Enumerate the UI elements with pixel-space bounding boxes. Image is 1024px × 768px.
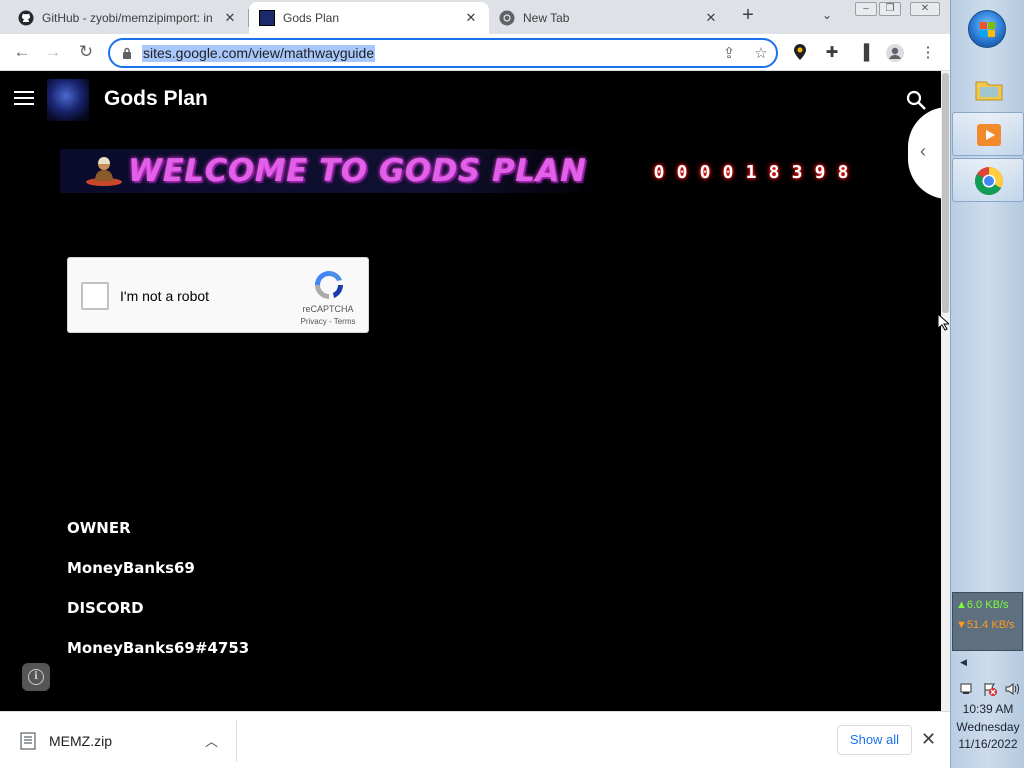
chrome-icon xyxy=(975,167,1003,195)
browser-window: GitHub - zyobi/memzipimport: in ✕ Gods P… xyxy=(0,0,950,768)
github-icon xyxy=(18,10,34,26)
lock-icon xyxy=(123,47,131,59)
minimize-icon[interactable]: ‒ xyxy=(855,2,877,16)
profile-avatar-icon[interactable] xyxy=(885,43,905,63)
tab-new-tab[interactable]: New Tab ✕ xyxy=(489,2,729,34)
counter-digit: 0 xyxy=(719,161,737,185)
page-scrollbar[interactable] xyxy=(941,71,950,711)
counter-digit: 9 xyxy=(811,161,829,185)
chrome-icon xyxy=(499,10,515,26)
network-icon[interactable] xyxy=(959,681,975,697)
bookmark-star-icon[interactable]: ☆ xyxy=(752,45,770,63)
reload-icon[interactable]: ↻ xyxy=(75,42,97,62)
address-bar[interactable]: sites.google.com/view/mathwayguide ⇪ ☆ xyxy=(108,38,778,68)
counter-digit: 8 xyxy=(765,161,783,185)
recaptcha-privacy-terms-links[interactable]: Privacy - Terms xyxy=(286,317,370,326)
download-divider xyxy=(236,720,237,762)
tray-expand-icon[interactable]: ◀ xyxy=(960,657,967,668)
url-text[interactable]: sites.google.com/view/mathwayguide xyxy=(142,45,376,62)
new-tab-button[interactable]: + xyxy=(738,5,758,26)
extensions-puzzle-icon[interactable]: ✚ xyxy=(822,43,842,63)
discord-handle: MoneyBanks69#4753 xyxy=(67,639,250,657)
owner-name: MoneyBanks69 xyxy=(67,559,195,577)
counter-digit: 0 xyxy=(673,161,691,185)
side-panel-icon[interactable]: ▐ xyxy=(854,43,874,63)
download-file-name[interactable]: MEMZ.zip xyxy=(49,733,112,749)
discord-heading: DISCORD xyxy=(67,599,144,617)
back-icon[interactable]: ← xyxy=(11,42,33,62)
clock-date[interactable]: 11/16/2022 xyxy=(951,737,1024,751)
taskbar-chrome[interactable] xyxy=(952,158,1024,202)
welcome-banner: WELCOME TO GODS PLAN xyxy=(60,149,602,193)
zip-file-icon xyxy=(20,732,36,750)
download-speed: ▼51.4 KB/s xyxy=(956,619,1015,631)
tab-label: Gods Plan xyxy=(283,11,340,25)
tab-label: New Tab xyxy=(523,11,570,25)
browser-toolbar: ← → ↻ sites.google.com/view/mathwayguide… xyxy=(0,34,950,71)
recaptcha-checkbox[interactable] xyxy=(81,282,109,310)
tab-github[interactable]: GitHub - zyobi/memzipimport: in ✕ xyxy=(8,2,248,34)
tab-gods-plan[interactable]: Gods Plan ✕ xyxy=(249,2,489,34)
counter-digit: 0 xyxy=(696,161,714,185)
tab-close-icon[interactable]: ✕ xyxy=(463,10,479,26)
clock-time[interactable]: 10:39 AM xyxy=(951,702,1024,716)
recaptcha-widget: I'm not a robot reCAPTCHA Privacy - Term… xyxy=(67,257,369,333)
tab-label: GitHub - zyobi/memzipimport: in xyxy=(42,11,213,25)
media-player-icon xyxy=(977,124,1001,146)
location-pin-extension-icon[interactable] xyxy=(790,43,810,63)
taskbar-explorer[interactable] xyxy=(952,66,1024,110)
owner-heading: OWNER xyxy=(67,519,131,537)
network-meter: ▲6.0 KB/s ▼51.4 KB/s xyxy=(952,592,1023,651)
info-icon: i xyxy=(28,669,44,685)
folder-icon xyxy=(975,81,1003,101)
upload-speed: ▲6.0 KB/s xyxy=(956,599,1009,611)
chevron-left-icon: ‹ xyxy=(920,141,926,161)
tab-strip: GitHub - zyobi/memzipimport: in ✕ Gods P… xyxy=(0,0,950,34)
download-bar: MEMZ.zip ︿ Show all ✕ xyxy=(0,711,950,768)
download-options-chevron-icon[interactable]: ︿ xyxy=(205,731,218,750)
clock-day[interactable]: Wednesday xyxy=(951,720,1024,734)
counter-digit: 1 xyxy=(742,161,760,185)
show-all-button[interactable]: Show all xyxy=(837,725,912,755)
taskbar-media-player[interactable] xyxy=(952,112,1024,156)
hamburger-menu-icon[interactable] xyxy=(14,91,34,107)
action-center-flag-icon[interactable] xyxy=(982,681,998,697)
mouse-cursor-icon xyxy=(937,313,949,331)
site-logo[interactable] xyxy=(47,79,89,121)
chrome-menu-icon[interactable]: ⋮ xyxy=(918,43,938,63)
restore-icon[interactable]: ❐ xyxy=(879,2,901,16)
windows-logo-icon xyxy=(980,22,995,37)
recaptcha-brand: reCAPTCHA xyxy=(302,304,354,314)
site-title[interactable]: Gods Plan xyxy=(104,87,208,111)
share-icon[interactable]: ⇪ xyxy=(720,45,738,63)
counter-digit: 0 xyxy=(650,161,668,185)
close-download-bar-icon[interactable]: ✕ xyxy=(921,729,936,750)
counter-digit: 8 xyxy=(834,161,852,185)
site-favicon-icon xyxy=(259,10,275,26)
tab-search-chevron-icon[interactable]: ⌄ xyxy=(822,8,832,22)
close-window-icon[interactable]: ✕ xyxy=(910,2,940,16)
hit-counter: 0 0 0 0 1 8 3 9 8 xyxy=(650,161,852,185)
start-button[interactable] xyxy=(968,10,1006,48)
volume-icon[interactable] xyxy=(1004,681,1020,697)
tab-close-icon[interactable]: ✕ xyxy=(703,10,719,26)
banner-text: WELCOME TO GODS PLAN xyxy=(128,153,587,189)
site-info-button[interactable]: i xyxy=(22,663,50,691)
figure-on-carpet-icon xyxy=(86,157,122,186)
search-icon[interactable] xyxy=(905,89,927,111)
counter-digit: 3 xyxy=(788,161,806,185)
recaptcha-logo-icon xyxy=(315,271,343,299)
scrollbar-thumb[interactable] xyxy=(942,73,949,313)
windows-taskbar: ▲6.0 KB/s ▼51.4 KB/s ◀ 10:39 AM Wednesda… xyxy=(950,0,1024,768)
tab-close-icon[interactable]: ✕ xyxy=(222,10,238,26)
web-page: Gods Plan ‹ WELCOME TO GODS PLAN 0 0 0 0… xyxy=(0,71,950,711)
recaptcha-label: I'm not a robot xyxy=(120,288,210,304)
forward-icon[interactable]: → xyxy=(42,42,64,62)
